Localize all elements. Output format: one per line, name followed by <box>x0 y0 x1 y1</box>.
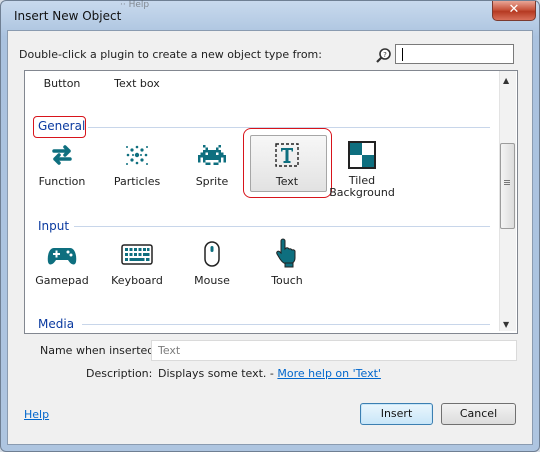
description-body: Displays some text. - <box>158 367 278 380</box>
plugin-list[interactable] <box>24 70 518 334</box>
particles-icon <box>123 141 151 169</box>
category-divider <box>82 324 490 325</box>
plugin-label: Text box <box>114 77 160 90</box>
category-header-media: Media <box>38 317 75 331</box>
text-caret <box>402 48 403 61</box>
scrollbar-grip <box>504 182 510 183</box>
plugin-label: Function <box>38 175 86 188</box>
description-label: Description: <box>86 367 153 380</box>
plugin-item-gamepad[interactable]: Gamepad <box>29 240 95 287</box>
scrollbar-thumb[interactable] <box>500 143 515 229</box>
background-app-text: ·· Help <box>120 0 150 10</box>
more-help-link[interactable]: More help on 'Text' <box>277 367 381 380</box>
category-header-input: Input <box>38 219 70 233</box>
plugin-label: Touch <box>271 274 303 287</box>
svg-text:?: ? <box>383 51 387 59</box>
scrollbar-grip <box>504 184 510 185</box>
plugin-label: Gamepad <box>35 274 89 287</box>
tiled-background-icon <box>348 141 376 169</box>
search-icon[interactable]: ? <box>375 47 393 65</box>
scroll-up-arrow-icon[interactable]: ▲ <box>503 76 509 85</box>
description-text: Displays some text. - More help on 'Text… <box>158 367 381 380</box>
sprite-icon <box>198 141 226 169</box>
plugin-item-textbox[interactable]: Text box <box>104 77 170 90</box>
plugin-item-text[interactable]: Text <box>254 141 320 188</box>
plugin-item-mouse[interactable]: Mouse <box>179 240 245 287</box>
cancel-button[interactable]: Cancel <box>441 403 516 425</box>
insert-button[interactable]: Insert <box>360 403 433 425</box>
mouse-icon <box>198 240 226 268</box>
plugin-label: Text <box>275 175 299 188</box>
scroll-down-arrow-icon[interactable]: ▼ <box>503 320 509 329</box>
name-input-value: Text <box>158 344 181 357</box>
plugin-label: Mouse <box>194 274 230 287</box>
plugin-label: Sprite <box>195 175 229 188</box>
name-input[interactable] <box>151 340 517 361</box>
plugin-item-tiled-background[interactable]: Tiled Background <box>329 141 395 199</box>
plugin-item-button[interactable]: Button <box>29 77 95 90</box>
text-icon <box>273 141 301 169</box>
touch-icon <box>273 237 301 268</box>
plugin-item-sprite[interactable]: Sprite <box>179 141 245 188</box>
plugin-item-keyboard[interactable]: Keyboard <box>104 240 170 287</box>
category-header-general: General <box>38 119 86 133</box>
name-field-label: Name when inserted: <box>40 344 158 357</box>
plugin-label: Particles <box>113 175 161 188</box>
plugin-item-function[interactable]: Function <box>29 141 95 188</box>
gamepad-icon <box>47 240 77 268</box>
close-button[interactable]: ✕ <box>492 1 536 21</box>
dialog-title: Insert New Object <box>14 9 122 23</box>
plugin-label: Tiled Background <box>329 174 395 199</box>
function-icon <box>48 141 76 169</box>
plugin-label: Button <box>43 77 81 90</box>
plugin-label: Keyboard <box>111 274 163 287</box>
plugin-item-touch[interactable]: Touch <box>254 237 320 287</box>
scrollbar-grip <box>504 180 510 181</box>
instruction-text: Double-click a plugin to create a new ob… <box>19 48 322 61</box>
category-divider <box>74 226 490 227</box>
keyboard-icon <box>121 240 153 268</box>
help-link[interactable]: Help <box>24 408 49 421</box>
plugin-item-particles[interactable]: Particles <box>104 141 170 188</box>
search-input[interactable] <box>395 44 514 64</box>
